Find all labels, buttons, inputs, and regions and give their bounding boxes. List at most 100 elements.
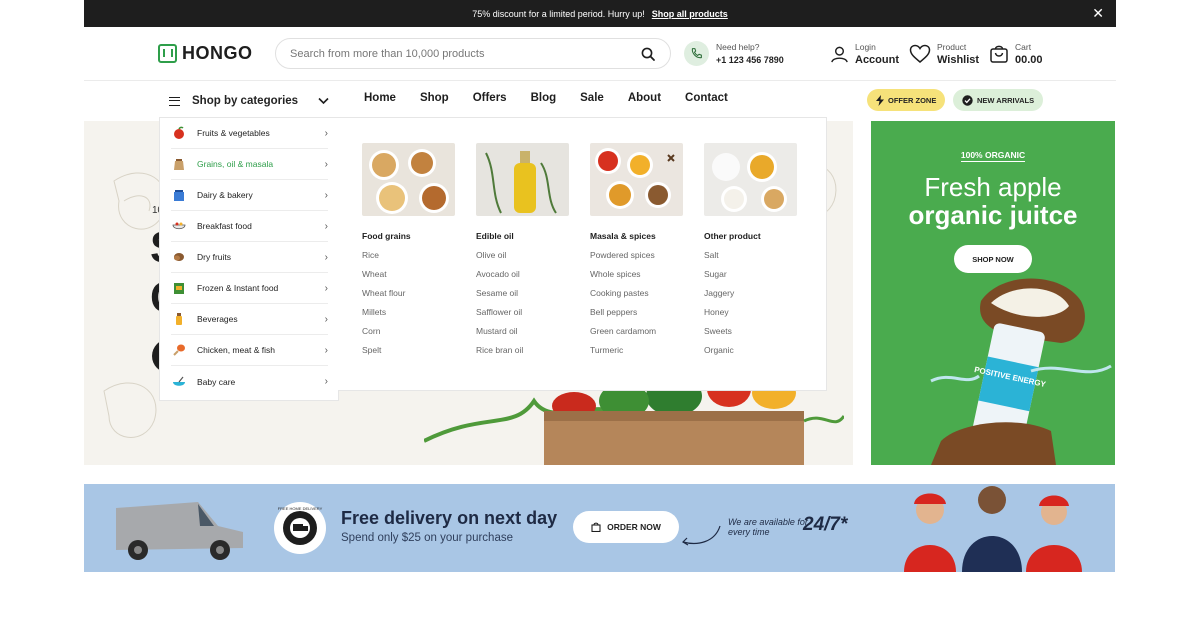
food-grains-image[interactable] [362, 143, 455, 216]
phone-icon [684, 41, 709, 66]
category-frozen-instant-food[interactable]: Frozen & Instant food › [171, 273, 328, 304]
chevron-right-icon: › [324, 251, 328, 263]
nav-contact[interactable]: Contact [685, 92, 728, 104]
mega-heading[interactable]: Other product [704, 231, 798, 245]
delivery-banner: FREE HOME DELIVERY Free delivery on next… [84, 484, 1115, 572]
mega-item[interactable]: Sesame oil [476, 288, 570, 302]
nav-home[interactable]: Home [364, 92, 396, 104]
announcement-text: 75% discount for a limited period. Hurry… [472, 8, 645, 19]
category-grains-oil-masala[interactable]: Grains, oil & masala › [171, 149, 328, 180]
fruit-icon [171, 125, 187, 141]
mega-item[interactable]: Salt [704, 250, 798, 264]
nav-offers[interactable]: Offers [473, 92, 507, 104]
announcement-bar: 75% discount for a limited period. Hurry… [84, 0, 1116, 27]
seal-text: FREE HOME DELIVERY [278, 506, 323, 511]
other-product-image[interactable] [704, 143, 797, 216]
chevron-right-icon: › [324, 313, 328, 325]
mega-item[interactable]: Olive oil [476, 250, 570, 264]
account-link[interactable]: Login Account [830, 42, 899, 66]
edible-oil-image[interactable] [476, 143, 569, 216]
bowl-icon [171, 218, 187, 234]
close-icon[interactable]: ✕ [1092, 6, 1104, 20]
menu-icon [169, 96, 180, 106]
offer-zone-label: OFFER ZONE [888, 95, 937, 105]
drumstick-icon [171, 342, 187, 358]
nav-about[interactable]: About [628, 92, 661, 104]
category-dairy-bakery[interactable]: Dairy & bakery › [171, 180, 328, 211]
mega-heading[interactable]: Edible oil [476, 231, 570, 245]
mega-item[interactable]: Rice bran oil [476, 345, 570, 359]
order-now-button[interactable]: ORDER NOW [573, 511, 679, 543]
mega-item[interactable]: Powdered spices [590, 250, 684, 264]
mega-item[interactable]: Sugar [704, 269, 798, 283]
category-breakfast-food[interactable]: Breakfast food › [171, 211, 328, 242]
mega-item[interactable]: Spelt [362, 345, 456, 359]
mega-item[interactable]: Corn [362, 326, 456, 340]
availability-text: We are available for every time [728, 517, 808, 537]
category-chicken-meat-fish[interactable]: Chicken, meat & fish › [171, 335, 328, 366]
mega-item[interactable]: Jaggery [704, 288, 798, 302]
chevron-right-icon: › [324, 220, 328, 232]
cart-bag-icon [990, 45, 1008, 63]
chevron-right-icon: › [324, 189, 328, 201]
help-contact[interactable]: Need help? +1 123 456 7890 [684, 41, 784, 66]
mega-item[interactable]: Organic [704, 345, 798, 359]
mega-item[interactable]: Honey [704, 307, 798, 321]
category-beverages[interactable]: Beverages › [171, 304, 328, 335]
categories-dropdown: Fruits & vegetables › Grains, oil & masa… [159, 117, 339, 401]
grain-sack-icon [171, 156, 187, 172]
nav-sale[interactable]: Sale [580, 92, 604, 104]
mega-item[interactable]: Wheat [362, 269, 456, 283]
chevron-right-icon: › [324, 158, 328, 170]
mega-item[interactable]: Turmeric [590, 345, 684, 359]
nut-icon [171, 249, 187, 265]
mega-item[interactable]: Wheat flour [362, 288, 456, 302]
mega-item[interactable]: Cooking pastes [590, 288, 684, 302]
categories-label: Shop by categories [192, 95, 299, 107]
order-bag-icon [591, 522, 601, 532]
offer-zone-button[interactable]: OFFER ZONE [867, 89, 946, 111]
new-arrivals-button[interactable]: NEW ARRIVALS [953, 89, 1044, 111]
mega-column-food-grains: Food grains Rice Wheat Wheat flour Mille… [362, 143, 456, 359]
mega-item[interactable]: Whole spices [590, 269, 684, 283]
cart-total: 00.00 [1015, 54, 1043, 66]
mega-column-edible-oil: Edible oil Olive oil Avocado oil Sesame … [476, 143, 570, 359]
badge-check-icon [962, 94, 973, 106]
mega-item[interactable]: Mustard oil [476, 326, 570, 340]
juice-can-image: POSITIVE ENERGY [930, 278, 1112, 465]
search-icon[interactable] [640, 46, 656, 62]
mega-item[interactable]: Millets [362, 307, 456, 321]
chevron-right-icon: › [324, 344, 328, 356]
side-promo-banner: 100% ORGANIC Fresh apple organic juitce … [871, 121, 1115, 465]
nav-blog[interactable]: Blog [531, 92, 557, 104]
category-fruits-vegetables[interactable]: Fruits & vegetables › [171, 118, 328, 149]
shop-by-categories-button[interactable]: Shop by categories [169, 91, 329, 111]
masala-spices-image[interactable] [590, 143, 683, 216]
mega-heading[interactable]: Food grains [362, 231, 456, 245]
mega-item[interactable]: Bell peppers [590, 307, 684, 321]
mega-item[interactable]: Avocado oil [476, 269, 570, 283]
account-label: Account [855, 54, 899, 66]
logo[interactable]: HONGO [158, 43, 253, 64]
category-dry-fruits[interactable]: Dry fruits › [171, 242, 328, 273]
nav-shop[interactable]: Shop [420, 92, 449, 104]
delivery-title: Free delivery on next day [341, 508, 558, 528]
shop-now-button[interactable]: SHOP NOW [954, 245, 1032, 273]
cart-link[interactable]: Cart 00.00 [989, 42, 1043, 66]
help-phone[interactable]: +1 123 456 7890 [716, 55, 784, 65]
mega-item[interactable]: Safflower oil [476, 307, 570, 321]
mega-item[interactable]: Sweets [704, 326, 798, 340]
search-input[interactable] [290, 47, 640, 60]
wishlist-link[interactable]: Product Wishlist [909, 42, 979, 66]
logo-mark-icon [158, 44, 177, 63]
mega-item[interactable]: Rice [362, 250, 456, 264]
mega-heading[interactable]: Masala & spices [590, 231, 684, 245]
dairy-icon [171, 187, 187, 203]
bottle-icon [171, 311, 187, 327]
shop-all-link[interactable]: Shop all products [652, 9, 728, 19]
mega-item[interactable]: Green cardamom [590, 326, 684, 340]
main-nav: Home Shop Offers Blog Sale About Contact [364, 92, 728, 104]
wishlist-label: Wishlist [937, 54, 980, 66]
category-baby-care[interactable]: Baby care › [171, 366, 328, 397]
lightning-icon [876, 94, 884, 106]
